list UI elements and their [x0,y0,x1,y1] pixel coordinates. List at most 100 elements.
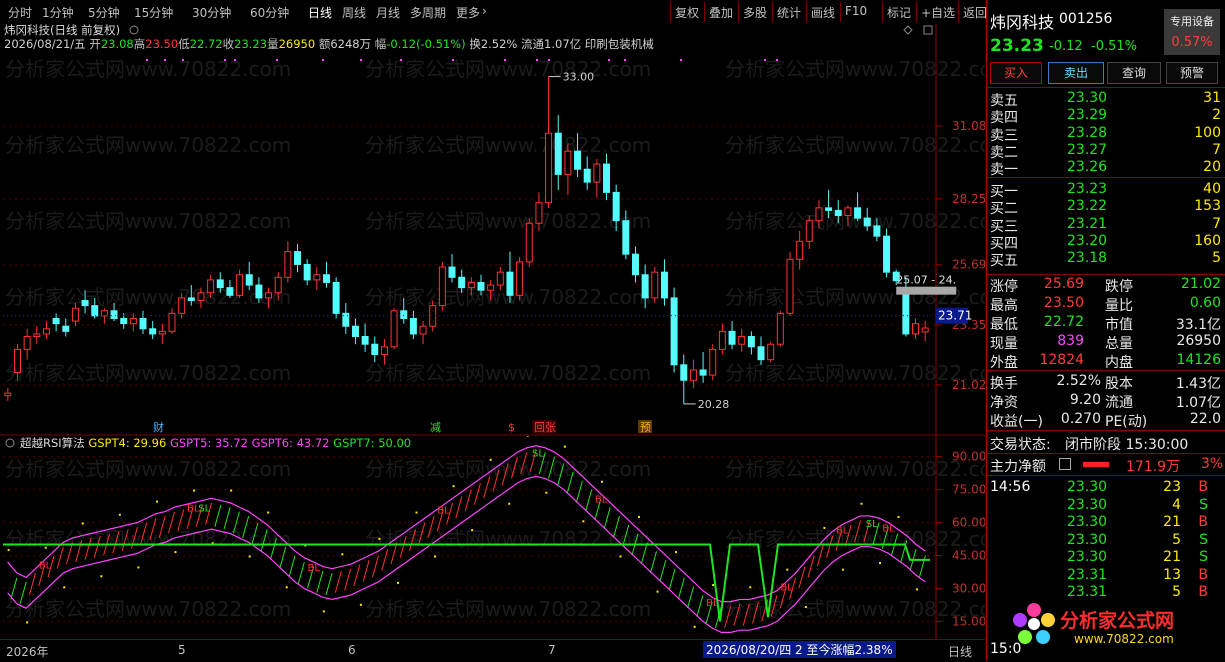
candle-body [391,311,397,347]
period-tab[interactable]: 多周期 [410,4,446,21]
toolbar-action[interactable]: 多股 [743,4,767,21]
stat-label: 量比 [1105,295,1133,315]
tick-time: 14:56 [990,479,1030,495]
toolbar-action[interactable]: F10 [845,4,867,18]
watermark-text: 分析家公式网www.70822.com [725,597,985,621]
tick-list[interactable]: 14:5623.3023B23.304S23.3021B23.305S23.30… [987,478,1225,602]
candle-body [855,208,861,218]
chevron-right-icon[interactable]: › [482,4,487,18]
toolbar-sep [958,2,959,22]
book-volume: 20 [1203,159,1221,175]
tick-side: S [1199,497,1208,513]
candle-body [459,277,465,287]
gspt4-dot [453,485,455,487]
candlestick-chart[interactable]: 分析家公式网www.70822.com分析家公式网www.70822.com分析… [0,24,985,436]
period-tab[interactable]: 分时 [8,4,32,21]
flow-toggle-icon[interactable] [1059,458,1071,470]
y-tick-label: 90.00 [952,450,985,464]
tick-volume: 4 [1172,497,1181,513]
toolbar-action[interactable]: 叠加 [709,4,733,21]
gspt4-dot [119,514,121,516]
buy-signal: BL [706,598,719,609]
toolbar-action[interactable]: 统计 [777,4,801,21]
series-legend: GSPT6: 43.72 [252,436,334,450]
gspt4-dot [174,551,176,553]
watermark-text: 分析家公式网www.70822.com [365,133,651,157]
stat-value: 21.02 [1181,276,1221,292]
stat-label: 总量 [1105,333,1133,353]
logo-url: www.70822.com [1074,632,1174,646]
tick-volume: 21 [1163,549,1181,565]
buy-signal: BL [780,583,793,594]
event-marker: 回张 [534,421,556,434]
watermark-text: 分析家公式网www.70822.com [725,457,985,481]
price-change: -0.12 [1049,39,1083,54]
sell-signal: SL [198,504,210,515]
site-logo: 分析家公式网 www.70822.com [1012,602,1217,648]
stat-value: 1.07亿 [1176,392,1221,412]
gspt4-dot [601,481,603,483]
tick-side: B [1198,584,1208,600]
signal-dot [548,59,550,61]
buy-button[interactable]: 买入 [990,62,1042,84]
info-field: 换2.52% [469,37,521,51]
period-tab[interactable]: 15分钟 [134,4,173,21]
toolbar-action[interactable]: 返回 [963,4,987,21]
period-tab[interactable]: 日线 [308,4,332,21]
candle-body [333,282,339,313]
info-field: 幅 [375,37,387,51]
stat-value: 33.1亿 [1176,314,1221,334]
period-tab[interactable]: 月线 [376,4,400,21]
candle-body [63,326,69,331]
stat-row: 净资9.20流通1.07亿 [987,391,1225,410]
gspt4-dot [156,501,158,503]
candle-body [787,259,793,313]
signal-dot [776,59,778,61]
gspt4-dot [694,626,696,628]
stock-code: 001256 [1059,11,1112,27]
event-marker: $ [508,421,515,434]
gspt4-dot [749,586,751,588]
tick-volume: 13 [1163,567,1181,583]
toolbar-sep [738,2,739,22]
stat-row: 现量839总量26950 [987,332,1225,351]
watermark-text: 分析家公式网www.70822.com [5,133,291,157]
gspt4-dot [860,503,862,505]
book-volume: 2 [1212,107,1221,123]
sell-signal: SL [532,449,544,460]
period-tab[interactable]: 5分钟 [88,4,120,21]
toolbar-action[interactable]: 复权 [675,4,699,21]
candle-body [884,236,890,272]
book-divider [987,177,1225,178]
book-volume: 40 [1203,181,1221,197]
tick-row: 14:5623.3023B [987,478,1225,497]
candle-body [700,370,706,375]
rsi-indicator-chart[interactable]: 分析家公式网www.70822.com分析家公式网www.70822.com分析… [0,436,985,639]
candle-body [671,298,677,365]
toolbar-action[interactable]: +自选 [921,4,955,21]
period-tab[interactable]: 60分钟 [250,4,289,21]
period-tab[interactable]: 更多 [456,4,480,21]
stat-label: PE(动) [1105,411,1147,431]
period-tab[interactable]: 周线 [342,4,366,21]
period-tab[interactable]: 1分钟 [42,4,74,21]
toolbar-action[interactable]: 标记 [887,4,911,21]
query-button[interactable]: 查询 [1107,62,1161,84]
alert-button[interactable]: 预警 [1166,62,1218,84]
y-tick-label: 30.00 [952,581,985,595]
tick-price: 23.30 [1067,549,1107,565]
toolbar-action[interactable]: 画线 [811,4,835,21]
candle-body [584,169,590,182]
gspt4-dot [230,490,232,492]
candle-body [92,306,98,316]
gspt4-dot [82,523,84,525]
y-tick-label: 31.08 [952,119,985,133]
signal-dot [764,59,766,61]
candle-body [439,267,445,306]
period-tab[interactable]: 30分钟 [192,4,231,21]
sell-button[interactable]: 卖出 [1048,62,1104,84]
info-field: 印刷包装机械 [585,37,654,51]
tick-row: 23.305S [987,531,1225,550]
candle-body [5,393,11,396]
candle-body [816,208,822,221]
